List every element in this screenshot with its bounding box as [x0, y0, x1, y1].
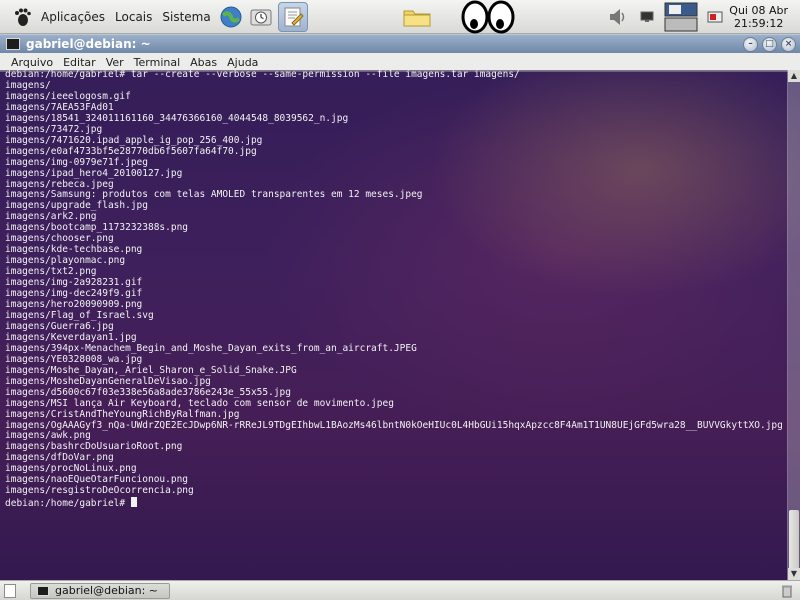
terminal-line: imagens/e0af4733bf5e28770db6f5607fa64f70… [5, 145, 257, 157]
bottom-panel: gabriel@debian: ~ [0, 580, 800, 600]
terminal-icon [37, 585, 49, 596]
clock-date: Qui 08 Abr [729, 3, 789, 17]
terminal-line: imagens/Flag_of_Israel.svg [5, 309, 154, 321]
scroll-thumb[interactable] [789, 510, 799, 570]
terminal-line: imagens/18541_324011161160_34476366160_4… [5, 112, 349, 124]
panel-clock[interactable]: Qui 08 Abr 21:59:12 [725, 4, 800, 30]
menu-places[interactable]: Locais [110, 10, 157, 24]
network-icon[interactable] [637, 7, 657, 27]
terminal-area[interactable]: debian:/home/gabriel# tar --create --ver… [0, 70, 800, 580]
terminal-line: imagens/upgrade_flash.jpg [5, 200, 148, 212]
logout-icon[interactable] [705, 7, 725, 27]
clock-time: 21:59:12 [733, 16, 784, 30]
terminal-line: imagens/d5600c67f03e338e56a8ade3786e243e… [5, 386, 291, 398]
menu-ver[interactable]: Ver [101, 56, 129, 69]
menu-abas[interactable]: Abas [185, 56, 222, 69]
web-browser-icon[interactable] [218, 4, 244, 30]
terminal-line: imagens/ieeelogosm.gif [5, 90, 131, 102]
terminal-cursor [130, 497, 137, 508]
menu-applications[interactable]: Aplicações [36, 10, 110, 24]
terminal-line: imagens/MSI lança Air Keyboard, teclado … [5, 397, 394, 409]
terminal-line: imagens/bootcamp_1173232388s.png [5, 222, 189, 234]
clock-app-icon[interactable] [248, 4, 274, 30]
terminal-icon[interactable] [6, 38, 20, 50]
maximize-icon[interactable]: □ [762, 36, 777, 52]
menu-system[interactable]: Sistema [157, 10, 215, 24]
terminal-line: debian:/home/gabriel# tar --create --ver… [5, 70, 520, 80]
terminal-line: imagens/OgAAAGyf3_nQa-UWdrZQE2EcJDwp6NR-… [5, 419, 783, 431]
window-title: gabriel@debian: ~ [26, 37, 151, 51]
menu-ajuda[interactable]: Ajuda [222, 56, 263, 69]
volume-icon[interactable] [605, 4, 631, 30]
workspace-switcher-icon[interactable] [663, 2, 699, 32]
scroll-up-icon[interactable]: ▲ [788, 70, 800, 82]
terminal-line: imagens/img-0979e71f.jpeg [5, 156, 148, 168]
terminal-line: imagens/bashrcDoUsuarioRoot.png [5, 441, 183, 453]
terminal-scrollbar[interactable]: ▲ ▼ [787, 70, 800, 580]
text-editor-icon[interactable] [277, 1, 308, 32]
menu-terminal[interactable]: Terminal [129, 56, 186, 69]
terminal-prompt-line: debian:/home/gabriel# [5, 497, 786, 510]
terminal-window: gabriel@debian: ~ – □ × Arquivo Editar V… [0, 34, 800, 580]
terminal-line: imagens/playonmac.png [5, 255, 126, 267]
window-titlebar[interactable]: gabriel@debian: ~ – □ × [0, 34, 800, 53]
top-panel: Aplicações Locais Sistema Qui 08 Abr 21:… [0, 0, 800, 34]
terminal-line: imagens/MosheDayanGeneralDeVisao.jpg [5, 375, 211, 387]
folder-icon[interactable] [400, 4, 434, 30]
task-title: gabriel@debian: ~ [55, 584, 159, 597]
menu-arquivo[interactable]: Arquivo [6, 56, 58, 69]
terminal-line: imagens/CristAndTheYoungRichByRalfman.jp… [5, 408, 240, 420]
terminal-prompt: debian:/home/gabriel# [5, 498, 131, 510]
close-icon[interactable]: × [781, 36, 796, 52]
terminal-output: debian:/home/gabriel# tar --create --ver… [5, 70, 786, 580]
scroll-down-icon[interactable]: ▼ [788, 568, 800, 580]
xeyes-icon[interactable] [460, 0, 516, 34]
menu-editar[interactable]: Editar [58, 56, 101, 69]
taskbar-terminal-button[interactable]: gabriel@debian: ~ [30, 582, 170, 599]
trash-icon[interactable] [780, 584, 794, 598]
terminal-line: imagens/ipad_hero4_20100127.jpg [5, 167, 183, 179]
minimize-icon[interactable]: – [743, 36, 758, 52]
terminal-line: imagens/resgistroDeOcorrencia.png [5, 485, 194, 497]
show-desktop-icon[interactable] [4, 583, 16, 598]
gnome-foot-icon[interactable] [12, 6, 34, 28]
